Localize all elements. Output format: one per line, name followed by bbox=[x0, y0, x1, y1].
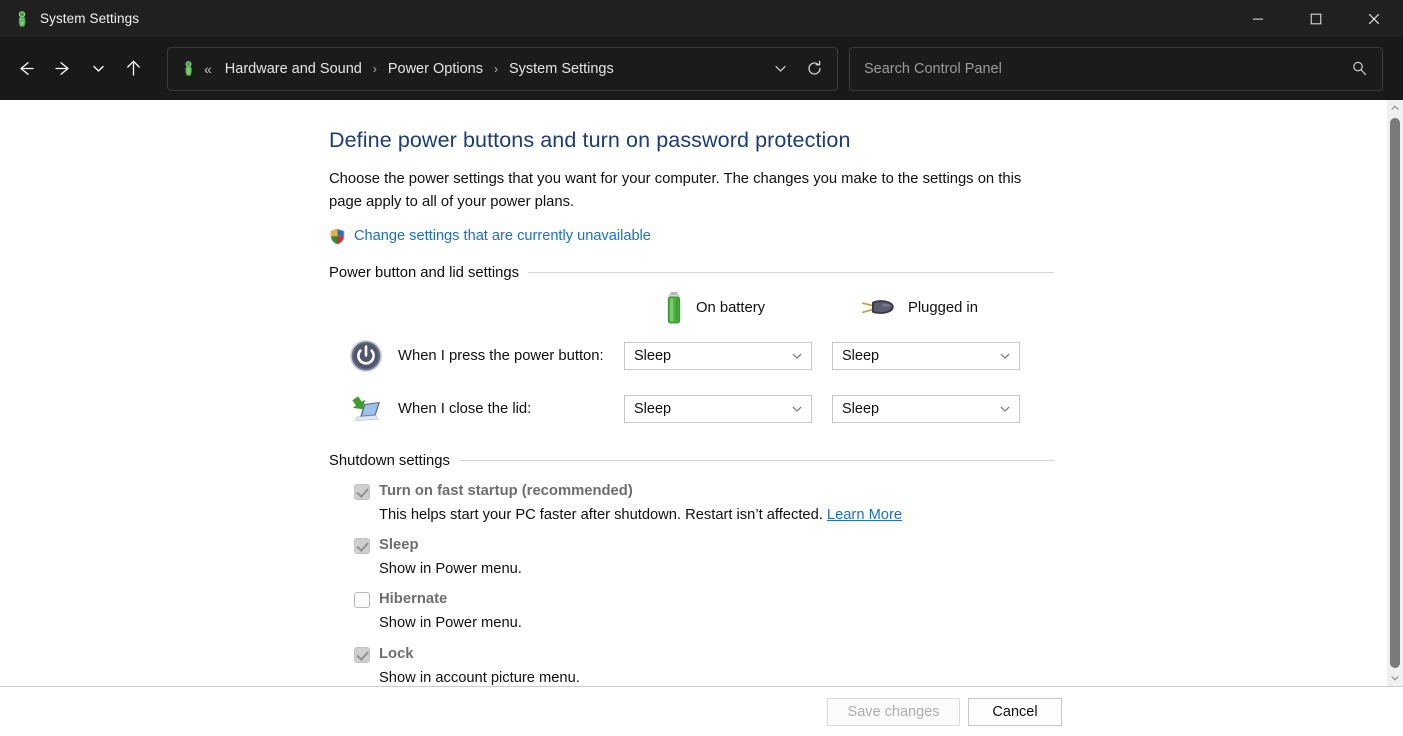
shutdown-section-header: Shutdown settings bbox=[329, 453, 1054, 469]
settings-page: Define power buttons and turn on passwor… bbox=[329, 100, 1054, 686]
forward-button[interactable] bbox=[44, 52, 82, 86]
title-bar-left: System Settings bbox=[0, 10, 1229, 28]
page-title: Define power buttons and turn on passwor… bbox=[329, 128, 1054, 153]
power-button-on-battery-value: Sleep bbox=[634, 348, 789, 364]
breadcrumb-separator-icon[interactable]: › bbox=[494, 62, 498, 76]
back-button[interactable] bbox=[6, 52, 44, 86]
vertical-scrollbar[interactable] bbox=[1387, 100, 1403, 686]
checkbox-lock[interactable] bbox=[354, 647, 370, 663]
save-changes-button[interactable]: Save changes bbox=[827, 698, 960, 726]
shutdown-options-list: Turn on fast startup (recommended) This … bbox=[329, 481, 1054, 686]
close-lid-on-battery-value: Sleep bbox=[634, 401, 789, 417]
checkbox-lock-label: Lock bbox=[379, 644, 580, 665]
checkbox-lock-description: Show in account picture menu. bbox=[379, 668, 580, 686]
power-button-plugged-in-dropdown[interactable]: Sleep bbox=[832, 342, 1020, 370]
checkbox-fast-startup-body: Turn on fast startup (recommended) This … bbox=[379, 481, 902, 526]
checkbox-fast-startup-label: Turn on fast startup (recommended) bbox=[379, 481, 902, 502]
breadcrumb-app-icon bbox=[180, 60, 197, 77]
previous-locations-button[interactable] bbox=[763, 52, 797, 86]
power-button-icon bbox=[349, 339, 383, 373]
uac-shield-icon bbox=[329, 228, 346, 245]
close-button[interactable] bbox=[1345, 0, 1403, 37]
power-button-on-battery-dropdown[interactable]: Sleep bbox=[624, 342, 812, 370]
refresh-button[interactable] bbox=[797, 52, 831, 86]
chevron-down-icon[interactable] bbox=[789, 348, 805, 364]
page-description: Choose the power settings that you want … bbox=[329, 168, 1029, 214]
section-divider bbox=[528, 272, 1054, 273]
list-item: Hibernate Show in Power menu. bbox=[354, 589, 1054, 634]
breadcrumb-item-power-options[interactable]: Power Options bbox=[384, 58, 487, 80]
recent-locations-button[interactable] bbox=[82, 52, 114, 86]
checkbox-fast-startup[interactable] bbox=[354, 484, 370, 500]
search-icon[interactable] bbox=[1344, 54, 1374, 84]
window-title: System Settings bbox=[40, 11, 139, 26]
battery-icon bbox=[662, 291, 686, 325]
column-header-plugged-in-label: Plugged in bbox=[908, 300, 978, 316]
section-divider bbox=[459, 460, 1054, 461]
close-lid-plugged-in-dropdown[interactable]: Sleep bbox=[832, 395, 1020, 423]
navigation-toolbar: « Hardware and Sound › Power Options › S… bbox=[0, 37, 1403, 100]
setting-row-power-button: When I press the power button: Sleep Sle… bbox=[329, 330, 1054, 383]
list-item: Turn on fast startup (recommended) This … bbox=[354, 481, 1054, 526]
checkbox-hibernate[interactable] bbox=[354, 592, 370, 608]
search-bar[interactable] bbox=[849, 47, 1383, 91]
system-settings-window: System Settings bbox=[0, 0, 1403, 736]
chevron-down-icon[interactable] bbox=[997, 348, 1013, 364]
laptop-lid-icon bbox=[349, 392, 383, 426]
breadcrumb-item-system-settings[interactable]: System Settings bbox=[505, 58, 618, 80]
power-options-icon bbox=[13, 10, 31, 28]
power-plug-icon bbox=[860, 296, 898, 320]
close-lid-plugged-in-value: Sleep bbox=[842, 401, 997, 417]
footer-button-bar: Save changes Cancel bbox=[0, 686, 1403, 736]
power-button-plugged-in-value: Sleep bbox=[842, 348, 997, 364]
checkbox-hibernate-description: Show in Power menu. bbox=[379, 613, 522, 634]
list-item: Sleep Show in Power menu. bbox=[354, 535, 1054, 580]
column-header-on-battery-label: On battery bbox=[696, 300, 765, 316]
scroll-thumb[interactable] bbox=[1390, 118, 1400, 668]
scroll-up-icon[interactable] bbox=[1387, 100, 1403, 116]
checkbox-sleep[interactable] bbox=[354, 538, 370, 554]
setting-row-close-lid-label: When I close the lid: bbox=[398, 401, 531, 417]
list-item: Lock Show in account picture menu. bbox=[354, 644, 1054, 686]
column-header-plugged-in: Plugged in bbox=[860, 286, 978, 330]
power-lid-column-headers: On battery Plugged in bbox=[329, 286, 1054, 330]
up-level-button[interactable] bbox=[114, 52, 152, 86]
breadcrumb-overflow-icon[interactable]: « bbox=[204, 61, 212, 77]
checkbox-sleep-label: Sleep bbox=[379, 535, 522, 556]
setting-row-close-lid: When I close the lid: Sleep Sleep bbox=[329, 383, 1054, 436]
checkbox-sleep-description: Show in Power menu. bbox=[379, 559, 522, 580]
title-bar: System Settings bbox=[0, 0, 1403, 37]
checkbox-hibernate-body: Hibernate Show in Power menu. bbox=[379, 589, 522, 634]
breadcrumb: Hardware and Sound › Power Options › Sys… bbox=[221, 58, 763, 80]
fast-startup-description-text: This helps start your PC faster after sh… bbox=[379, 507, 823, 523]
address-bar[interactable]: « Hardware and Sound › Power Options › S… bbox=[167, 47, 838, 91]
scroll-down-icon[interactable] bbox=[1387, 670, 1403, 686]
checkbox-hibernate-label: Hibernate bbox=[379, 589, 522, 610]
learn-more-link[interactable]: Learn More bbox=[827, 507, 902, 523]
change-unavailable-settings-label[interactable]: Change settings that are currently unava… bbox=[354, 228, 651, 244]
checkbox-sleep-body: Sleep Show in Power menu. bbox=[379, 535, 522, 580]
breadcrumb-item-hardware-and-sound[interactable]: Hardware and Sound bbox=[221, 58, 366, 80]
minimize-button[interactable] bbox=[1229, 0, 1287, 37]
power-lid-section-label: Power button and lid settings bbox=[329, 265, 519, 281]
checkbox-fast-startup-description: This helps start your PC faster after sh… bbox=[379, 505, 902, 526]
chevron-down-icon[interactable] bbox=[997, 401, 1013, 417]
close-lid-on-battery-dropdown[interactable]: Sleep bbox=[624, 395, 812, 423]
maximize-button[interactable] bbox=[1287, 0, 1345, 37]
cancel-button[interactable]: Cancel bbox=[968, 698, 1062, 726]
column-header-on-battery: On battery bbox=[662, 286, 765, 330]
shutdown-section-label: Shutdown settings bbox=[329, 453, 450, 469]
checkbox-lock-body: Lock Show in account picture menu. bbox=[379, 644, 580, 686]
window-controls bbox=[1229, 0, 1403, 37]
change-unavailable-settings-link[interactable]: Change settings that are currently unava… bbox=[329, 228, 1054, 245]
chevron-down-icon[interactable] bbox=[789, 401, 805, 417]
power-lid-section-header: Power button and lid settings bbox=[329, 265, 1054, 281]
search-input[interactable] bbox=[862, 60, 1344, 78]
setting-row-power-button-label: When I press the power button: bbox=[398, 348, 604, 364]
content-area: Define power buttons and turn on passwor… bbox=[0, 100, 1403, 686]
breadcrumb-separator-icon[interactable]: › bbox=[373, 62, 377, 76]
